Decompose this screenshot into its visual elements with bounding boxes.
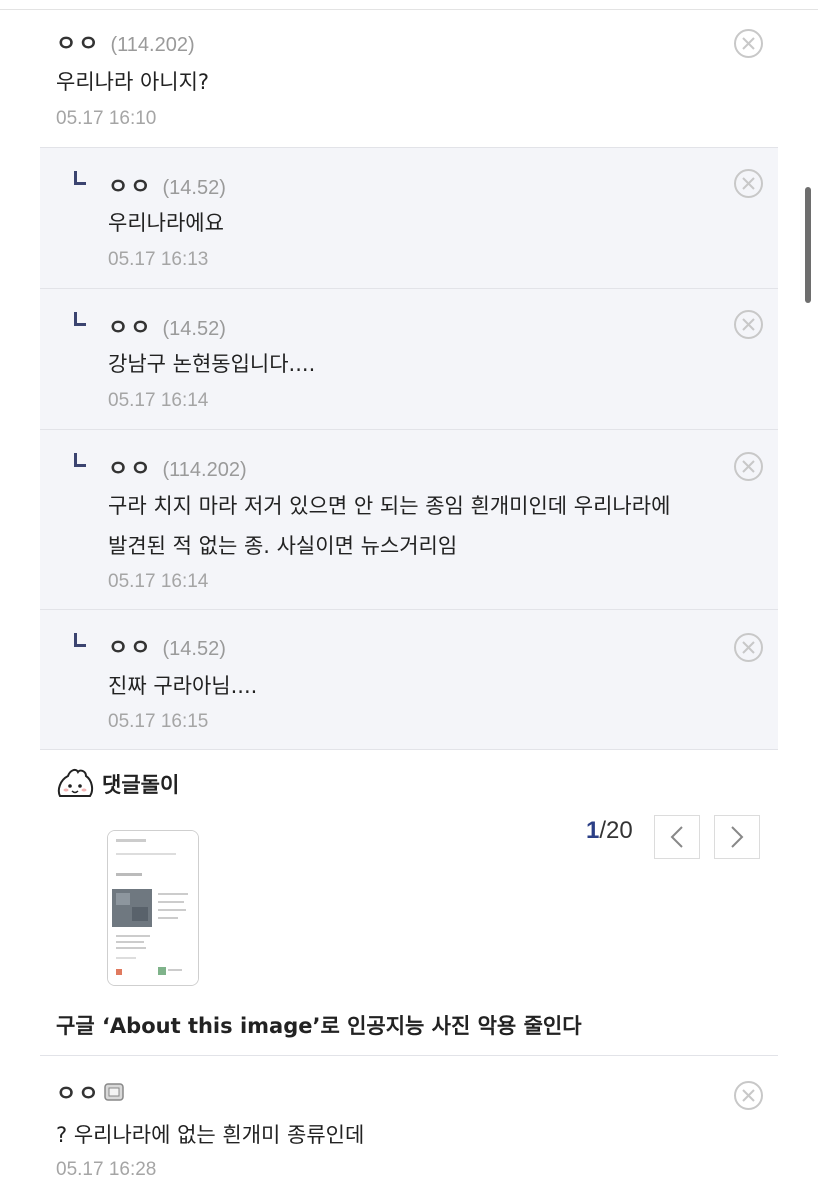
- comment-date: 05.17 16:10: [56, 108, 157, 129]
- comment-item: ㅇㅇ ? 우리나라에 없는 흰개미 종류인데 05.17 16:28: [40, 1056, 778, 1200]
- comment-author[interactable]: ㅇㅇ: [108, 630, 152, 662]
- chevron-right-icon: [731, 826, 744, 848]
- delete-comment-icon[interactable]: [733, 309, 764, 340]
- comment-text-line2: 발견된 적 없는 종. 사실이면 뉴스거리임: [108, 534, 458, 558]
- delete-comment-icon[interactable]: [733, 1080, 764, 1111]
- comment-header: ㅇㅇ (14.52): [108, 630, 226, 662]
- delete-comment-icon[interactable]: [733, 632, 764, 663]
- member-badge-icon: [104, 1083, 125, 1101]
- delete-comment-icon[interactable]: [733, 28, 764, 59]
- chevron-left-icon: [670, 826, 683, 848]
- pager-total: /20: [599, 817, 633, 844]
- comment-ip: (114.202): [110, 34, 195, 56]
- comment-text: ? 우리나라에 없는 흰개미 종류인데: [56, 1123, 365, 1147]
- comment-date: 05.17 16:13: [108, 249, 209, 270]
- pager-prev-button[interactable]: [654, 815, 700, 859]
- reply-item: ㅇㅇ (14.52) 우리나라에요 05.17 16:13: [40, 147, 778, 288]
- comment-text: 강남구 논현동입니다....: [108, 352, 316, 376]
- comment-text: 우리나라 아니지?: [56, 70, 210, 94]
- comment-bot-title: 댓글돌이: [102, 773, 180, 797]
- comment-text-line1: 구라 치지 마라 저거 있으면 안 되는 종임 흰개미인데 우리나라에: [108, 494, 671, 518]
- comment-date: 05.17 16:15: [108, 711, 209, 732]
- comment-author[interactable]: ㅇㅇ: [56, 1076, 100, 1108]
- pager-current: 1: [586, 817, 600, 844]
- comment-author[interactable]: ㅇㅇ: [108, 451, 152, 483]
- reply-arrow-icon: [74, 633, 86, 647]
- comment-bot-header: 댓글돌이: [56, 766, 179, 802]
- comment-text: 진짜 구라아님....: [108, 674, 258, 698]
- comment-header: ㅇㅇ (14.52): [108, 310, 226, 342]
- reply-item: ㅇㅇ (14.52) 강남구 논현동입니다.... 05.17 16:14: [40, 288, 778, 429]
- comment-date: 05.17 16:14: [108, 390, 209, 411]
- news-pager: 1 /20: [586, 817, 633, 845]
- comment-author[interactable]: ㅇㅇ: [56, 26, 100, 58]
- comment-date: 05.17 16:28: [56, 1159, 157, 1180]
- comment-text: 우리나라에요: [108, 211, 224, 235]
- news-thumbnail-image: [108, 831, 198, 985]
- scrollbar-thumb[interactable]: [805, 187, 811, 303]
- comment-header: ㅇㅇ: [56, 1076, 125, 1108]
- comment-header: ㅇㅇ (114.202): [56, 26, 195, 58]
- news-title-link[interactable]: 구글 ‘About this image’로 인공지능 사진 악용 줄인다: [56, 1010, 582, 1040]
- comment-date: 05.17 16:14: [108, 571, 209, 592]
- comment-header: ㅇㅇ (14.52): [108, 169, 226, 201]
- comment-ip: (114.202): [162, 459, 247, 481]
- reply-item: ㅇㅇ (114.202) 구라 치지 마라 저거 있으면 안 되는 종임 흰개미…: [40, 429, 778, 609]
- news-thumbnail[interactable]: [107, 830, 199, 986]
- reply-arrow-icon: [74, 453, 86, 467]
- dumpling-mascot-icon: [57, 768, 94, 797]
- comment-author[interactable]: ㅇㅇ: [108, 169, 152, 201]
- reply-arrow-icon: [74, 312, 86, 326]
- delete-comment-icon[interactable]: [733, 168, 764, 199]
- comment-author[interactable]: ㅇㅇ: [108, 310, 152, 342]
- comment-item: ㅇㅇ (114.202) 우리나라 아니지? 05.17 16:10: [40, 10, 778, 147]
- reply-arrow-icon: [74, 171, 86, 185]
- comment-ip: (14.52): [162, 318, 226, 340]
- comment-ip: (14.52): [162, 638, 226, 660]
- pager-next-button[interactable]: [714, 815, 760, 859]
- reply-item: ㅇㅇ (14.52) 진짜 구라아님.... 05.17 16:15: [40, 609, 778, 750]
- comment-ip: (14.52): [162, 177, 226, 199]
- comment-header: ㅇㅇ (114.202): [108, 451, 247, 483]
- delete-comment-icon[interactable]: [733, 451, 764, 482]
